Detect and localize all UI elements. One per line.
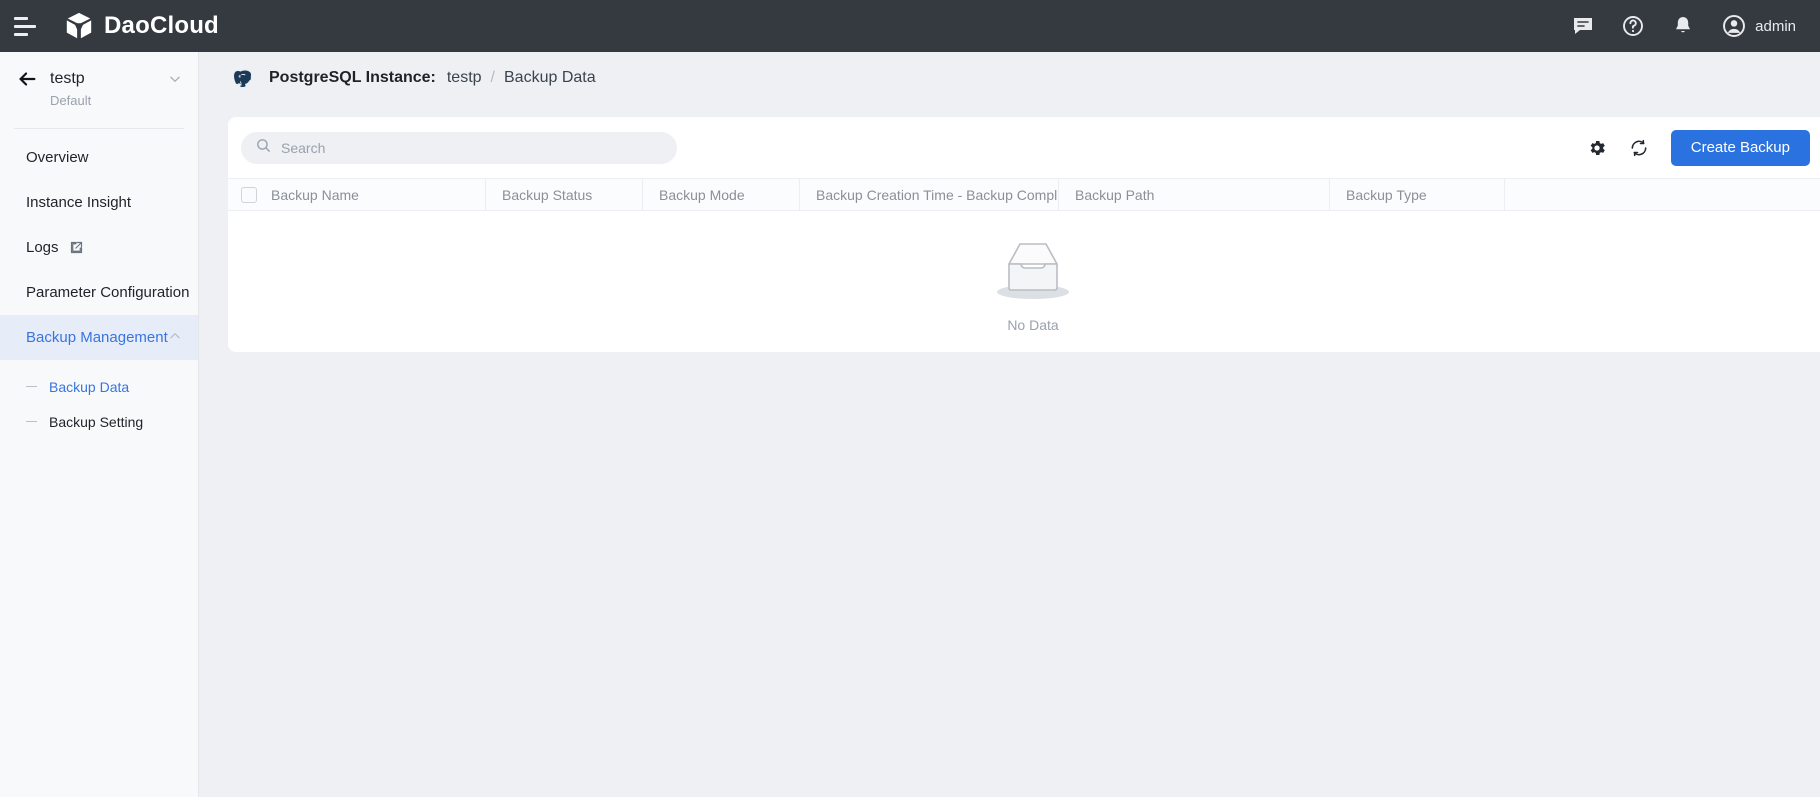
sidebar: testp Default Overview Instance Insight … [0, 52, 199, 797]
chat-icon[interactable] [1571, 14, 1595, 38]
table-toolbar: Create Backup [228, 117, 1820, 178]
column-label: Backup Name [271, 186, 359, 203]
brand-name: DaoCloud [104, 12, 219, 39]
gear-icon[interactable] [1587, 138, 1607, 158]
column-label: Backup Status [502, 186, 593, 203]
chevron-up-icon[interactable] [168, 329, 182, 347]
column-label: Backup Mode [659, 186, 745, 203]
table-header-row: Backup Name Backup Status Backup Mode Ba… [228, 178, 1820, 211]
sidebar-item-label: Overview [26, 149, 89, 166]
external-link-icon [69, 240, 84, 255]
main-content: PostgreSQL Instance: testp / Backup Data [199, 52, 1820, 797]
table-column-backup-creation-time: Backup Creation Time - Backup Compl... [800, 179, 1059, 210]
toolbar-actions: Create Backup [1587, 129, 1810, 166]
chevron-down-icon[interactable] [168, 72, 182, 86]
sidebar-item-label: Parameter Configuration [26, 284, 190, 301]
table-column-backup-path: Backup Path [1059, 179, 1330, 210]
sidebar-item-logs[interactable]: Logs [0, 225, 198, 270]
breadcrumb-current: Backup Data [504, 69, 596, 86]
backup-data-card: Create Backup Backup Name Backup Status … [228, 117, 1820, 352]
sidebar-divider [14, 128, 184, 129]
brand-logo[interactable]: DaoCloud [64, 11, 219, 41]
breadcrumb: PostgreSQL Instance: testp / Backup Data [199, 52, 1820, 104]
empty-inbox-icon [987, 230, 1079, 311]
table-column-backup-mode: Backup Mode [643, 179, 800, 210]
search-icon [255, 137, 272, 159]
select-all-checkbox[interactable] [241, 186, 257, 203]
table-column-backup-status: Backup Status [486, 179, 643, 210]
hamburger-line [14, 24, 36, 28]
sub-item-dash-icon [26, 385, 37, 388]
sidebar-subitem-label: Backup Data [49, 378, 130, 395]
column-label: Backup Type [1346, 186, 1427, 203]
username-label: admin [1755, 17, 1796, 35]
sidebar-item-instance-insight[interactable]: Instance Insight [0, 180, 198, 225]
sidebar-subitem-label: Backup Setting [49, 413, 144, 430]
page-title: PostgreSQL Instance: [269, 69, 436, 86]
refresh-icon[interactable] [1629, 138, 1649, 158]
project-namespace: Default [50, 93, 92, 108]
search-input[interactable] [281, 139, 663, 156]
postgresql-icon [228, 63, 258, 93]
empty-state-label: No Data [1007, 316, 1059, 333]
sidebar-item-backup-data[interactable]: Backup Data [0, 369, 198, 404]
empty-state: No Data [228, 211, 1820, 351]
user-menu[interactable]: admin [1721, 13, 1796, 39]
breadcrumb-instance[interactable]: testp [447, 69, 482, 87]
top-bar: DaoCloud admin [0, 0, 1820, 52]
sidebar-item-label: Instance Insight [26, 194, 132, 211]
search-box[interactable] [241, 131, 677, 164]
topbar-actions: admin [1571, 13, 1796, 39]
table-column-actions [1505, 179, 1820, 210]
avatar-icon [1721, 13, 1747, 39]
back-arrow-icon[interactable] [16, 68, 38, 90]
bell-icon[interactable] [1671, 14, 1695, 38]
sidebar-item-label: Logs [26, 239, 59, 256]
sidebar-item-backup-setting[interactable]: Backup Setting [0, 404, 198, 439]
column-label: Backup Creation Time - Backup Compl... [816, 186, 1059, 203]
column-label: Backup Path [1075, 186, 1155, 203]
table-column-backup-name: Backup Name [228, 179, 486, 210]
hamburger-line [14, 32, 28, 36]
project-name[interactable]: testp [50, 70, 168, 88]
sidebar-item-label: Backup Management [26, 329, 168, 346]
sidebar-item-overview[interactable]: Overview [0, 135, 198, 180]
sidebar-item-parameter-configuration[interactable]: Parameter Configuration [0, 270, 198, 315]
sub-item-dash-icon [26, 420, 37, 423]
hamburger-line [14, 16, 28, 20]
sidebar-header: testp Default [0, 52, 198, 114]
create-backup-button[interactable]: Create Backup [1670, 129, 1810, 166]
table-column-backup-type: Backup Type [1330, 179, 1505, 210]
hamburger-icon[interactable] [14, 16, 36, 36]
help-icon[interactable] [1621, 14, 1645, 38]
breadcrumb-separator: / [490, 69, 495, 86]
sidebar-item-backup-management[interactable]: Backup Management [0, 315, 198, 360]
daocloud-cube-icon [66, 12, 92, 39]
